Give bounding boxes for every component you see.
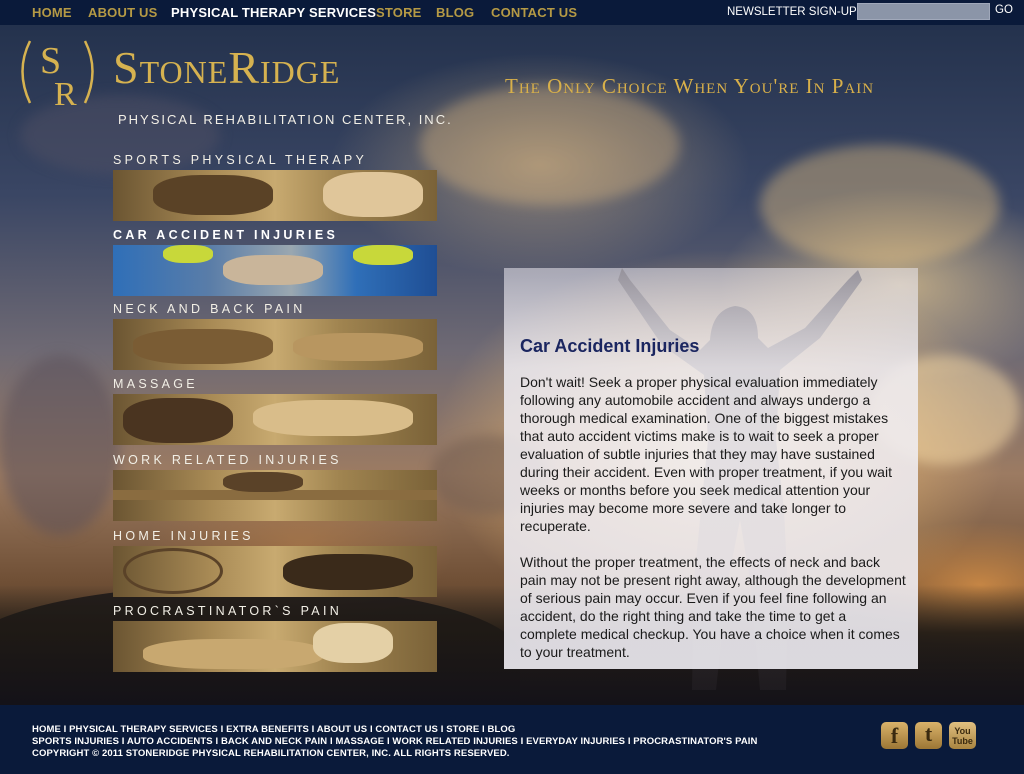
nav-store-link[interactable]: STORE [376,5,422,20]
hero-background: S R StoneRidge PHYSICAL REHABILITATION C… [0,25,1024,705]
neck-back-thumbnail-image [113,319,437,370]
nav-blog-link[interactable]: BLOG [436,5,474,20]
newsletter-email-input[interactable] [857,3,990,20]
footer-service-links[interactable]: SPORTS INJURIES I AUTO ACCIDENTS I BACK … [32,736,757,747]
logo-title: StoneRidge [113,42,341,93]
svg-text:R: R [54,76,77,111]
content-title: Car Accident Injuries [520,336,700,356]
category-label: SPORTS PHYSICAL THERAPY [113,153,368,167]
facebook-icon[interactable]: f [881,722,908,749]
work-injuries-thumbnail-image [113,470,437,521]
content-body: Don't wait! Seek a proper physical evalu… [520,373,906,679]
footer-main-links[interactable]: HOME I PHYSICAL THERAPY SERVICES I EXTRA… [32,724,515,735]
nav-contact-us-link[interactable]: CONTACT US [491,5,577,20]
category-label: CAR ACCIDENT INJURIES [113,228,339,242]
newsletter-signup-label: NEWSLETTER SIGN-UP [727,6,857,18]
cloud-shape [420,85,680,205]
category-label: NECK AND BACK PAIN [113,302,306,316]
category-sports-physical-therapy[interactable]: SPORTS PHYSICAL THERAPY [113,153,437,221]
site-logo[interactable]: S R StoneRidge PHYSICAL REHABILITATION C… [10,31,453,131]
category-car-accident-injuries[interactable]: CAR ACCIDENT INJURIES [113,228,437,296]
category-label: PROCRASTINATOR`S PAIN [113,604,343,618]
car-accident-thumbnail-image [113,245,437,296]
procrastinators-pain-thumbnail-image [113,621,437,672]
category-massage[interactable]: MASSAGE [113,377,437,445]
nav-physical-therapy-services-link[interactable]: PHYSICAL THERAPY SERVICES [171,5,376,20]
youtube-icon[interactable]: You Tube [949,722,976,749]
category-label: WORK RELATED INJURIES [113,453,342,467]
site-footer: HOME I PHYSICAL THERAPY SERVICES I EXTRA… [0,705,1024,774]
category-work-related-injuries[interactable]: WORK RELATED INJURIES [113,453,437,521]
monogram-logo-icon: S R [21,40,94,111]
sports-therapy-thumbnail-image [113,170,437,221]
newsletter-go-button[interactable]: GO [995,4,1013,16]
category-procrastinators-pain[interactable]: PROCRASTINATOR`S PAIN [113,604,437,672]
tagline: The Only Choice When You're In Pain [505,74,875,98]
logo-subtitle: PHYSICAL REHABILITATION CENTER, INC. [118,112,453,127]
cloud-shape [0,355,120,535]
nav-home-link[interactable]: HOME [32,5,72,20]
content-paragraph: Don't wait! Seek a proper physical evalu… [520,374,892,534]
massage-thumbnail-image [113,394,437,445]
nav-about-us-link[interactable]: ABOUT US [88,5,158,20]
twitter-icon[interactable]: t [915,722,942,749]
category-neck-and-back-pain[interactable]: NECK AND BACK PAIN [113,302,437,370]
footer-copyright: COPYRIGHT © 2011 STONERIDGE PHYSICAL REH… [32,748,510,759]
top-navigation-bar: HOME ABOUT US PHYSICAL THERAPY SERVICES … [0,0,1024,25]
cloud-shape [760,145,1000,265]
content-panel: Car Accident Injuries Don't wait! Seek a… [504,268,918,669]
content-paragraph: Without the proper treatment, the effect… [520,554,906,660]
category-label: MASSAGE [113,377,198,391]
home-injuries-thumbnail-image [113,546,437,597]
category-home-injuries[interactable]: HOME INJURIES [113,529,437,597]
category-label: HOME INJURIES [113,529,254,543]
